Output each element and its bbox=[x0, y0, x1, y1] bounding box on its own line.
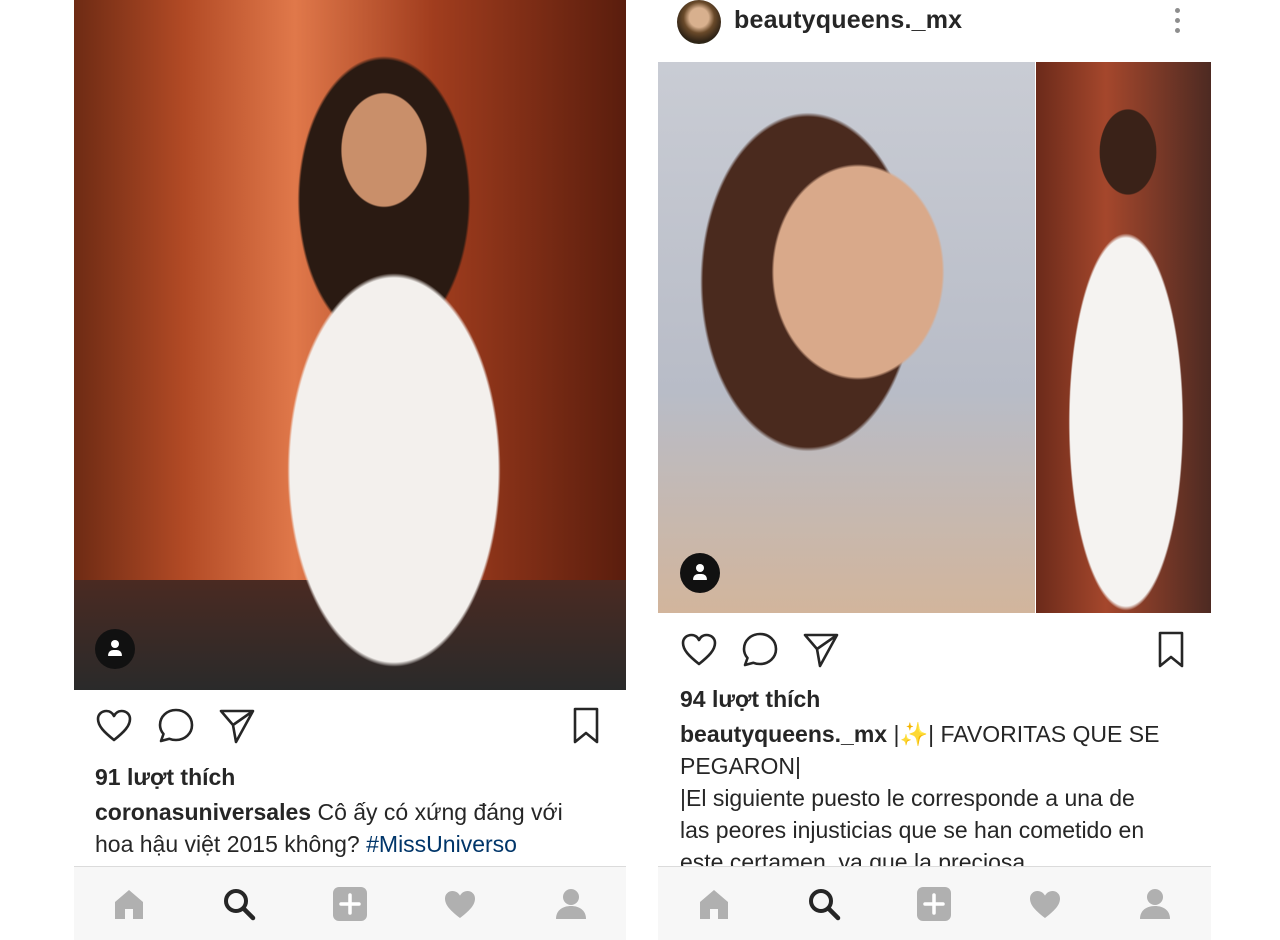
post-actions bbox=[658, 630, 1211, 674]
caption-text: |✨| FAVORITAS QUE SE bbox=[887, 721, 1160, 747]
send-icon[interactable] bbox=[801, 630, 841, 670]
post-photo-portrait[interactable] bbox=[658, 62, 1035, 613]
person-tag-icon[interactable] bbox=[680, 553, 720, 593]
post-caption: coronasuniversales Cô ấy có xứng đáng vớ… bbox=[95, 796, 595, 860]
bookmark-icon[interactable] bbox=[1151, 630, 1191, 670]
left-post: 91 lượt thích coronasuniversales Cô ấy c… bbox=[74, 0, 626, 940]
comment-icon[interactable] bbox=[740, 630, 780, 670]
bottom-nav bbox=[658, 866, 1211, 940]
caption-line-2: PEGARON| bbox=[680, 753, 801, 779]
post-photo[interactable] bbox=[74, 0, 626, 690]
profile-icon[interactable] bbox=[1137, 886, 1173, 922]
caption-line-3: |El siguiente puesto le corresponde a un… bbox=[680, 785, 1135, 811]
send-icon[interactable] bbox=[217, 706, 257, 746]
heart-icon[interactable] bbox=[94, 706, 134, 746]
post-caption: beautyqueens._mx |✨| FAVORITAS QUE SE PE… bbox=[680, 718, 1200, 878]
heart-icon[interactable] bbox=[679, 630, 719, 670]
header-username[interactable]: beautyqueens._mx bbox=[734, 6, 962, 35]
profile-icon[interactable] bbox=[553, 886, 589, 922]
post-header: beautyqueens._mx bbox=[658, 0, 1211, 62]
activity-icon[interactable] bbox=[442, 886, 478, 922]
caption-username[interactable]: beautyqueens._mx bbox=[680, 721, 887, 747]
search-icon[interactable] bbox=[806, 886, 842, 922]
post-photo-gown[interactable] bbox=[1036, 62, 1211, 613]
home-icon[interactable] bbox=[696, 886, 732, 922]
caption-username[interactable]: coronasuniversales bbox=[95, 799, 311, 825]
caption-line-1: beautyqueens._mx |✨| FAVORITAS QUE SE bbox=[680, 718, 1200, 750]
bookmark-icon[interactable] bbox=[566, 706, 606, 746]
caption-hashtag[interactable]: #MissUniverso bbox=[366, 831, 517, 857]
more-vertical-icon[interactable] bbox=[1173, 8, 1181, 38]
photo-subject bbox=[264, 40, 514, 690]
search-icon[interactable] bbox=[221, 886, 257, 922]
add-icon[interactable] bbox=[332, 886, 368, 922]
post-actions bbox=[74, 706, 626, 750]
right-post: beautyqueens._mx 94 lượt thích beautyque… bbox=[658, 0, 1211, 940]
likes-count[interactable]: 94 lượt thích bbox=[680, 686, 820, 713]
avatar[interactable] bbox=[677, 0, 721, 44]
add-icon[interactable] bbox=[916, 886, 952, 922]
comment-icon[interactable] bbox=[156, 706, 196, 746]
activity-icon[interactable] bbox=[1027, 886, 1063, 922]
likes-count[interactable]: 91 lượt thích bbox=[95, 764, 235, 791]
bottom-nav bbox=[74, 866, 626, 940]
person-tag-icon[interactable] bbox=[95, 629, 135, 669]
home-icon[interactable] bbox=[111, 886, 147, 922]
caption-line-4: las peores injusticias que se han cometi… bbox=[680, 817, 1145, 843]
